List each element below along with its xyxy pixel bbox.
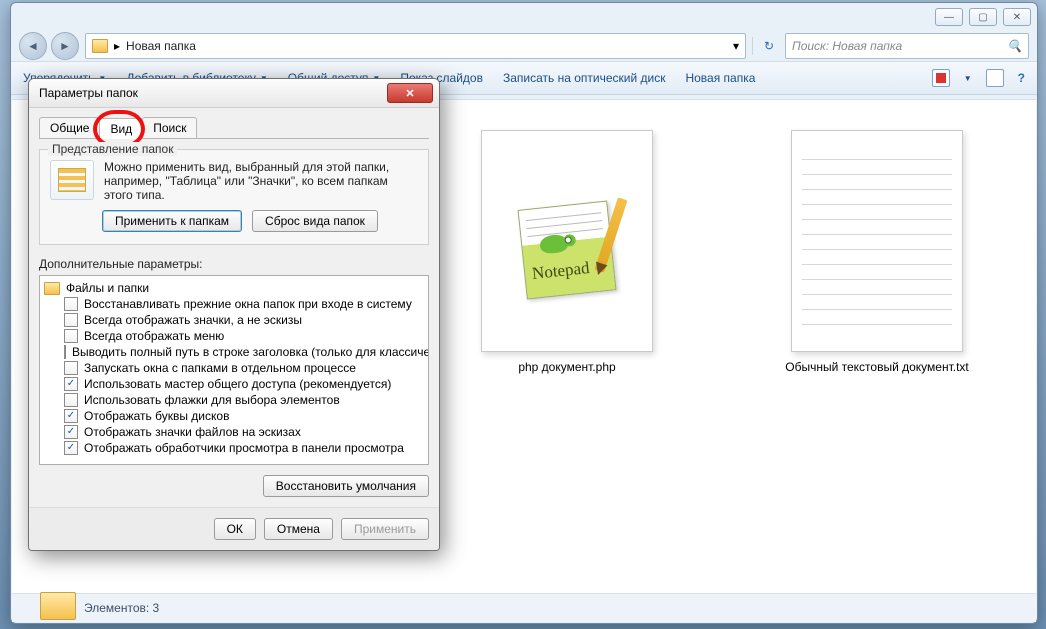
advanced-settings-tree[interactable]: Файлы и папки Восстанавливать прежние ок… [39, 275, 429, 465]
tree-option-label: Использовать флажки для выбора элементов [84, 393, 340, 407]
breadcrumb-dropdown-icon[interactable]: ▾ [733, 39, 739, 53]
dialog-close-button[interactable]: ✕ [387, 83, 433, 103]
files-list: Notepad php документ.php Обычный текстов… [442, 130, 1016, 583]
view-options-dropdown-icon[interactable]: ▼ [964, 74, 972, 83]
tree-option[interactable]: Запускать окна с папками в отдельном про… [42, 360, 426, 376]
breadcrumb-sep: ▸ [114, 39, 120, 53]
file-thumbnail [791, 130, 963, 352]
checkbox[interactable] [64, 329, 78, 343]
tree-option[interactable]: Использовать флажки для выбора элементов [42, 392, 426, 408]
window-titlebar: — ▢ ✕ [11, 3, 1037, 31]
checkbox[interactable]: ✓ [64, 441, 78, 455]
dialog-title: Параметры папок [39, 86, 387, 100]
view-options-icon[interactable] [932, 69, 950, 87]
nav-back-button[interactable]: ◄ [19, 32, 47, 60]
tree-option[interactable]: Всегда отображать значки, а не эскизы [42, 312, 426, 328]
tree-option-label: Отображать значки файлов на эскизах [84, 425, 301, 439]
tree-option[interactable]: ✓ Использовать мастер общего доступа (рек… [42, 376, 426, 392]
folder-icon [40, 592, 76, 620]
file-item[interactable]: Notepad php документ.php [442, 130, 692, 583]
tree-option-label: Запускать окна с папками в отдельном про… [84, 361, 356, 375]
folder-options-dialog: Параметры папок ✕ Общие Вид Поиск Предст… [28, 78, 440, 551]
folder-views-desc: Можно применить вид, выбранный для этой … [104, 160, 418, 202]
cancel-button[interactable]: Отмена [264, 518, 333, 540]
folder-icon [44, 282, 60, 295]
help-button[interactable]: ? [1018, 71, 1025, 85]
tree-option-label: Отображать буквы дисков [84, 409, 229, 423]
tree-option-label: Выводить полный путь в строке заголовка … [72, 345, 429, 359]
new-folder-button[interactable]: Новая папка [685, 71, 755, 85]
group-legend: Представление папок [48, 142, 177, 156]
window-close-button[interactable]: ✕ [1003, 8, 1031, 26]
tab-view[interactable]: Вид [99, 118, 143, 139]
dialog-tabs: Общие Вид Поиск [39, 116, 429, 139]
folder-views-icon [50, 160, 94, 200]
tree-root-label: Файлы и папки [66, 281, 149, 295]
restore-defaults-button[interactable]: Восстановить умолчания [263, 475, 429, 497]
tab-search[interactable]: Поиск [142, 117, 197, 138]
tree-option[interactable]: Всегда отображать меню [42, 328, 426, 344]
checkbox[interactable] [64, 393, 78, 407]
apply-button[interactable]: Применить [341, 518, 429, 540]
tree-option[interactable]: ✓ Отображать буквы дисков [42, 408, 426, 424]
apply-to-folders-button[interactable]: Применить к папкам [102, 210, 242, 232]
burn-button[interactable]: Записать на оптический диск [503, 71, 666, 85]
file-item[interactable]: Обычный текстовый документ.txt [752, 130, 1002, 583]
checkbox[interactable] [64, 361, 78, 375]
address-bar[interactable]: ▸ Новая папка ▾ [85, 33, 746, 59]
status-bar: Элементов: 3 [12, 593, 1036, 622]
file-name-label: Обычный текстовый документ.txt [785, 360, 969, 374]
tree-option[interactable]: ✓ Отображать обработчики просмотра в пане… [42, 440, 426, 456]
tree-option-label: Восстанавливать прежние окна папок при в… [84, 297, 412, 311]
dialog-footer: ОК Отмена Применить [29, 507, 439, 550]
nav-forward-button[interactable]: ► [51, 32, 79, 60]
notepadpp-icon: Notepad [522, 205, 612, 295]
advanced-settings-label: Дополнительные параметры: [39, 257, 429, 271]
status-text: Элементов: 3 [84, 601, 159, 615]
refresh-button[interactable]: ↻ [759, 39, 779, 53]
search-icon: 🔍 [1007, 39, 1022, 53]
search-input[interactable]: Поиск: Новая папка 🔍 [785, 33, 1029, 59]
dialog-titlebar[interactable]: Параметры папок ✕ [29, 79, 439, 108]
checkbox[interactable]: ✓ [64, 425, 78, 439]
folder-views-group: Представление папок Можно применить вид,… [39, 149, 429, 245]
checkbox[interactable]: ✓ [64, 409, 78, 423]
preview-pane-icon[interactable] [986, 69, 1004, 87]
search-placeholder: Поиск: Новая папка [792, 39, 902, 53]
tree-option-label: Отображать обработчики просмотра в панел… [84, 441, 404, 455]
ok-button[interactable]: ОК [214, 518, 256, 540]
checkbox[interactable] [64, 313, 78, 327]
tree-option[interactable]: Выводить полный путь в строке заголовка … [42, 344, 426, 360]
tree-option-label: Всегда отображать меню [84, 329, 224, 343]
tree-option[interactable]: ✓ Отображать значки файлов на эскизах [42, 424, 426, 440]
window-minimize-button[interactable]: — [935, 8, 963, 26]
folder-icon [92, 39, 108, 53]
tab-general[interactable]: Общие [39, 117, 100, 138]
reset-folders-button[interactable]: Сброс вида папок [252, 210, 378, 232]
tree-option-label: Использовать мастер общего доступа (реко… [84, 377, 391, 391]
checkbox[interactable]: ✓ [64, 377, 78, 391]
checkbox[interactable] [64, 345, 66, 359]
tree-option-label: Всегда отображать значки, а не эскизы [84, 313, 302, 327]
tree-root[interactable]: Файлы и папки [42, 280, 426, 296]
tree-option[interactable]: Восстанавливать прежние окна папок при в… [42, 296, 426, 312]
checkbox[interactable] [64, 297, 78, 311]
file-name-label: php документ.php [518, 360, 615, 374]
window-maximize-button[interactable]: ▢ [969, 8, 997, 26]
nav-row: ◄ ► ▸ Новая папка ▾ ↻ Поиск: Новая папка… [11, 31, 1037, 61]
file-thumbnail: Notepad [481, 130, 653, 352]
breadcrumb-current[interactable]: Новая папка [126, 39, 196, 53]
